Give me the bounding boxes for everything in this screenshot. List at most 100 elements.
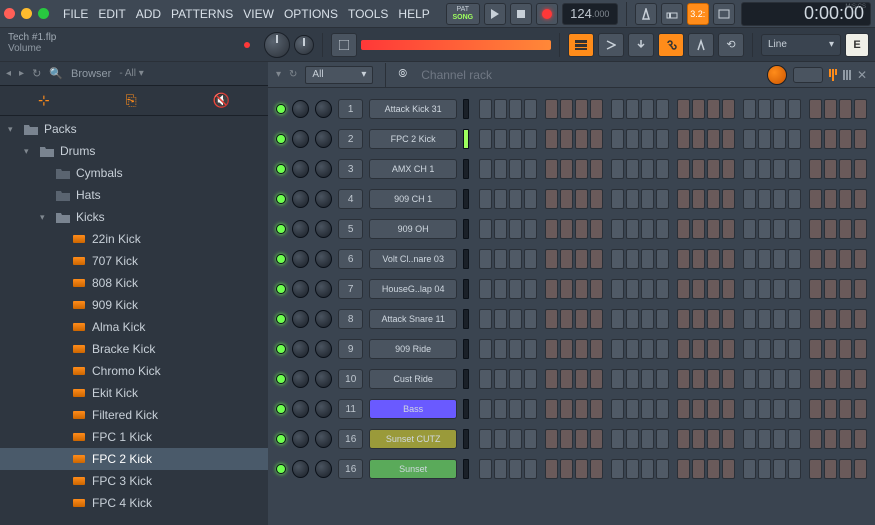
collapse-icon[interactable]: ⊹ xyxy=(38,92,50,109)
step[interactable] xyxy=(641,339,654,359)
step[interactable] xyxy=(788,99,801,119)
channel-select[interactable] xyxy=(463,189,469,209)
step[interactable] xyxy=(707,99,720,119)
tree-item[interactable]: Cymbals xyxy=(0,162,268,184)
edit-button[interactable]: E xyxy=(845,33,869,57)
step[interactable] xyxy=(758,429,771,449)
step[interactable] xyxy=(824,429,837,449)
step[interactable] xyxy=(809,219,822,239)
step[interactable] xyxy=(722,219,735,239)
step[interactable] xyxy=(590,309,603,329)
channel-number[interactable]: 16 xyxy=(338,459,363,479)
step[interactable] xyxy=(677,459,690,479)
step[interactable] xyxy=(494,309,507,329)
step[interactable] xyxy=(611,219,624,239)
refresh-icon[interactable]: ↻ xyxy=(32,67,41,80)
step[interactable] xyxy=(656,339,669,359)
step[interactable] xyxy=(656,189,669,209)
mute-icon[interactable]: 🔇 xyxy=(213,92,230,109)
step[interactable] xyxy=(824,129,837,149)
channel-name[interactable]: 909 CH 1 xyxy=(369,189,457,209)
step[interactable] xyxy=(656,369,669,389)
step[interactable] xyxy=(626,339,639,359)
tree-item[interactable]: 808 Kick xyxy=(0,272,268,294)
step[interactable] xyxy=(545,339,558,359)
step[interactable] xyxy=(641,159,654,179)
view-browser-button[interactable] xyxy=(688,33,714,57)
step[interactable] xyxy=(575,129,588,149)
step[interactable] xyxy=(692,219,705,239)
step[interactable] xyxy=(509,339,522,359)
channel-select[interactable] xyxy=(463,339,469,359)
channel-select[interactable] xyxy=(463,369,469,389)
step[interactable] xyxy=(494,189,507,209)
channel-select[interactable] xyxy=(463,309,469,329)
step[interactable] xyxy=(560,369,573,389)
channel-vol-knob[interactable] xyxy=(315,430,332,448)
step[interactable] xyxy=(692,99,705,119)
channel-vol-knob[interactable] xyxy=(315,370,332,388)
step[interactable] xyxy=(839,129,852,149)
channel-select[interactable] xyxy=(463,399,469,419)
step[interactable] xyxy=(743,309,756,329)
channel-name[interactable]: Cust Ride xyxy=(369,369,457,389)
step[interactable] xyxy=(788,429,801,449)
step[interactable] xyxy=(677,129,690,149)
step[interactable] xyxy=(524,399,537,419)
step[interactable] xyxy=(743,459,756,479)
channel-pan-knob[interactable] xyxy=(292,160,309,178)
step[interactable] xyxy=(707,399,720,419)
step[interactable] xyxy=(788,369,801,389)
close-icon[interactable]: ✕ xyxy=(857,68,867,82)
step[interactable] xyxy=(743,159,756,179)
step[interactable] xyxy=(758,459,771,479)
step[interactable] xyxy=(758,219,771,239)
channel-pan-knob[interactable] xyxy=(292,430,309,448)
step[interactable] xyxy=(809,159,822,179)
step[interactable] xyxy=(773,219,786,239)
step[interactable] xyxy=(656,219,669,239)
step[interactable] xyxy=(839,159,852,179)
menu-add[interactable]: ADD xyxy=(132,3,165,25)
channel-name[interactable]: 909 OH xyxy=(369,219,457,239)
step[interactable] xyxy=(758,249,771,269)
step[interactable] xyxy=(743,99,756,119)
step[interactable] xyxy=(809,249,822,269)
step[interactable] xyxy=(524,159,537,179)
cr-redo[interactable]: ↻ xyxy=(289,69,297,80)
step[interactable] xyxy=(839,189,852,209)
channel-select[interactable] xyxy=(463,129,469,149)
tree-item[interactable]: 22in Kick xyxy=(0,228,268,250)
step[interactable] xyxy=(809,309,822,329)
step[interactable] xyxy=(611,459,624,479)
step[interactable] xyxy=(479,459,492,479)
step[interactable] xyxy=(479,429,492,449)
step[interactable] xyxy=(656,99,669,119)
step[interactable] xyxy=(590,99,603,119)
step[interactable] xyxy=(509,99,522,119)
channel-mute-led[interactable] xyxy=(276,404,286,414)
step[interactable] xyxy=(494,279,507,299)
step[interactable] xyxy=(494,369,507,389)
menu-patterns[interactable]: PATTERNS xyxy=(167,3,237,25)
channel-number[interactable]: 1 xyxy=(338,99,363,119)
step[interactable] xyxy=(692,369,705,389)
step[interactable] xyxy=(707,129,720,149)
step[interactable] xyxy=(692,129,705,149)
step[interactable] xyxy=(773,459,786,479)
step[interactable] xyxy=(545,429,558,449)
tree-item[interactable]: Ekit Kick xyxy=(0,382,268,404)
menu-help[interactable]: HELP xyxy=(394,3,433,25)
step[interactable] xyxy=(590,249,603,269)
channel-vol-knob[interactable] xyxy=(315,400,332,418)
step[interactable] xyxy=(773,339,786,359)
channel-mute-led[interactable] xyxy=(276,134,286,144)
step[interactable] xyxy=(611,369,624,389)
step[interactable] xyxy=(854,309,867,329)
step[interactable] xyxy=(854,249,867,269)
channel-pan-knob[interactable] xyxy=(292,220,309,238)
step[interactable] xyxy=(677,309,690,329)
step[interactable] xyxy=(641,369,654,389)
step[interactable] xyxy=(839,279,852,299)
step[interactable] xyxy=(575,219,588,239)
